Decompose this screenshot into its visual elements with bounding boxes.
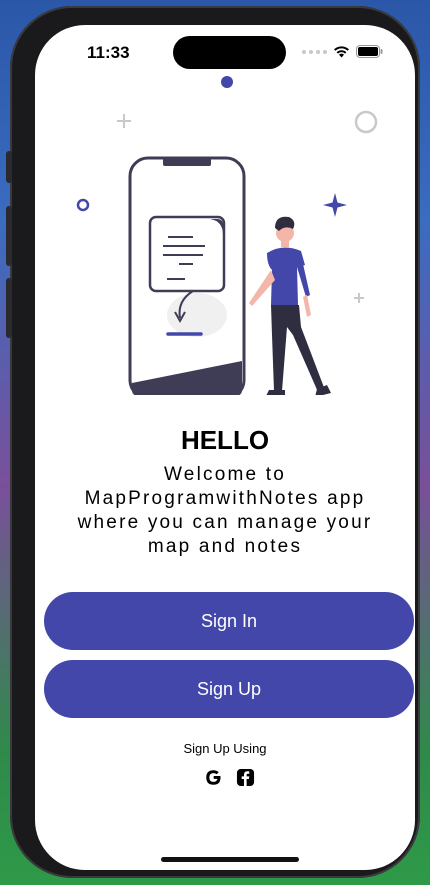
home-indicator[interactable] xyxy=(161,857,299,862)
illustration-person xyxy=(249,216,331,395)
volume-up-button xyxy=(6,206,12,266)
decor-plus-small-icon xyxy=(354,293,364,303)
decor-plus-icon xyxy=(117,114,131,128)
google-sign-up-button[interactable] xyxy=(203,767,223,787)
decor-ring-small-icon xyxy=(76,198,90,212)
decor-star-icon xyxy=(323,193,347,217)
facebook-sign-up-button[interactable] xyxy=(235,767,255,787)
decor-dot-icon xyxy=(221,76,233,88)
sign-up-using-label: Sign Up Using xyxy=(183,741,267,756)
illustration-phone xyxy=(128,156,246,395)
welcome-text: Welcome to MapProgramwithNotes app where… xyxy=(77,464,373,557)
sign-in-button[interactable]: Sign In xyxy=(44,592,414,650)
signal-dots-icon xyxy=(302,49,327,54)
phone-frame: 11:33 HELLO Welcome to MapProgramwithNot… xyxy=(6,6,420,878)
sign-up-button[interactable]: Sign Up xyxy=(44,660,414,718)
decor-ring-icon xyxy=(354,110,378,134)
google-icon xyxy=(205,769,221,785)
app-screen: 11:33 HELLO Welcome to MapProgramwithNot… xyxy=(35,25,415,870)
page-title: HELLO xyxy=(180,425,270,455)
action-button xyxy=(6,151,12,183)
status-icons xyxy=(302,45,383,58)
battery-icon xyxy=(356,45,383,58)
volume-down-button xyxy=(6,278,12,338)
facebook-icon xyxy=(236,768,254,786)
wifi-icon xyxy=(334,45,349,57)
status-time: 11:33 xyxy=(87,43,130,62)
welcome-illustration xyxy=(76,76,378,395)
